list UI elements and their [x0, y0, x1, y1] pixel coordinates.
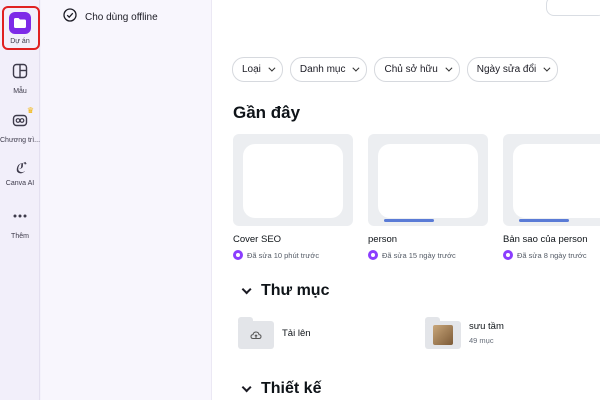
chevron-down-icon — [241, 283, 252, 294]
filter-type[interactable]: Loại — [232, 57, 283, 82]
design-thumbnail — [233, 134, 353, 226]
owner-avatar-icon — [233, 250, 243, 260]
rail-item-label: Canva AI — [5, 180, 35, 187]
folder-name: Tải lên — [282, 327, 311, 339]
chevron-down-icon — [445, 64, 453, 72]
design-thumbnail — [503, 134, 600, 226]
design-modified: Đã sửa 15 ngày trước — [382, 250, 456, 260]
chevron-down-icon — [352, 64, 360, 72]
main-content: Loại Danh mục Chủ sở hữu Ngày sửa đổi Gầ… — [212, 0, 600, 400]
design-title: Cover SEO — [233, 234, 282, 245]
chevron-down-icon — [241, 381, 252, 392]
offline-label: Cho dùng offline — [85, 12, 158, 23]
filter-bar: Loại Danh mục Chủ sở hữu Ngày sửa đổi — [232, 57, 559, 82]
brand-kit-icon — [12, 112, 28, 133]
folder-item-collection[interactable]: sưu tầm 49 mục — [425, 317, 504, 349]
designs-heading: Thiết kế — [261, 380, 322, 397]
filter-modified-date[interactable]: Ngày sửa đổi — [466, 57, 559, 82]
design-modified: Đã sửa 8 ngày trước — [517, 250, 587, 260]
design-thumbnail — [368, 134, 488, 226]
top-action-button[interactable] — [546, 0, 600, 16]
designs-section-toggle[interactable]: Thiết kế — [241, 380, 321, 398]
owner-avatar-icon — [503, 250, 513, 260]
rail-item-label: Thêm — [11, 233, 29, 240]
folder-count: 49 mục — [469, 336, 494, 345]
filter-label: Ngày sửa đổi — [476, 64, 537, 75]
folder-name: sưu tầm — [469, 321, 504, 332]
filter-owner[interactable]: Chủ sở hữu — [374, 57, 460, 82]
rail-item-canva-ai[interactable]: ℭ Canva AI — [0, 160, 40, 187]
offline-toggle[interactable]: Cho dùng offline — [63, 8, 158, 27]
rail-item-templates[interactable]: Mẫu — [0, 63, 40, 95]
filter-category[interactable]: Danh mục — [289, 57, 368, 82]
owner-avatar-icon — [368, 250, 378, 260]
crown-icon: ♛ — [26, 106, 34, 115]
folder-icon — [238, 317, 274, 349]
design-card[interactable]: person Đã sửa 15 ngày trước — [368, 134, 490, 260]
rail-item-brand[interactable]: ♛ Chương trì... — [0, 106, 41, 144]
canva-ai-icon: ℭ — [14, 159, 26, 177]
folders-section-toggle[interactable]: Thư mục — [241, 282, 329, 300]
filter-label: Loại — [242, 64, 261, 75]
rail-item-label: Dự án — [10, 38, 30, 45]
rail-item-more[interactable]: Thêm — [0, 208, 40, 240]
design-card[interactable]: Cover SEO Đã sửa 10 phút trước — [233, 134, 355, 260]
cloud-upload-icon — [250, 331, 262, 339]
projects-panel: Cho dùng offline — [41, 0, 212, 400]
folder-icon — [9, 12, 31, 34]
design-title: Bản sao của person — [503, 234, 588, 245]
chevron-down-icon — [543, 64, 551, 72]
folders-heading: Thư mục — [261, 282, 330, 299]
folder-item-uploads[interactable]: Tải lên — [238, 317, 311, 349]
folder-icon — [425, 317, 461, 349]
check-circle-icon — [63, 8, 77, 27]
rail-item-projects[interactable]: Dự án — [0, 12, 40, 45]
left-rail: Dự án Mẫu ♛ Chương trì... ℭ Canva AI Thê… — [0, 0, 40, 400]
folder-thumbnail — [433, 325, 453, 345]
filter-label: Danh mục — [299, 64, 346, 75]
rail-item-label: Mẫu — [13, 88, 27, 95]
recent-heading: Gần đây — [233, 103, 301, 122]
more-icon — [12, 208, 28, 229]
chevron-down-icon — [268, 64, 276, 72]
design-modified: Đã sửa 10 phút trước — [247, 250, 320, 260]
template-icon — [12, 63, 28, 84]
design-card[interactable]: Bản sao của person Đã sửa 8 ngày trước — [503, 134, 600, 260]
design-title: person — [368, 234, 398, 245]
rail-item-label: Chương trì... — [0, 137, 41, 144]
filter-label: Chủ sở hữu — [384, 64, 438, 75]
